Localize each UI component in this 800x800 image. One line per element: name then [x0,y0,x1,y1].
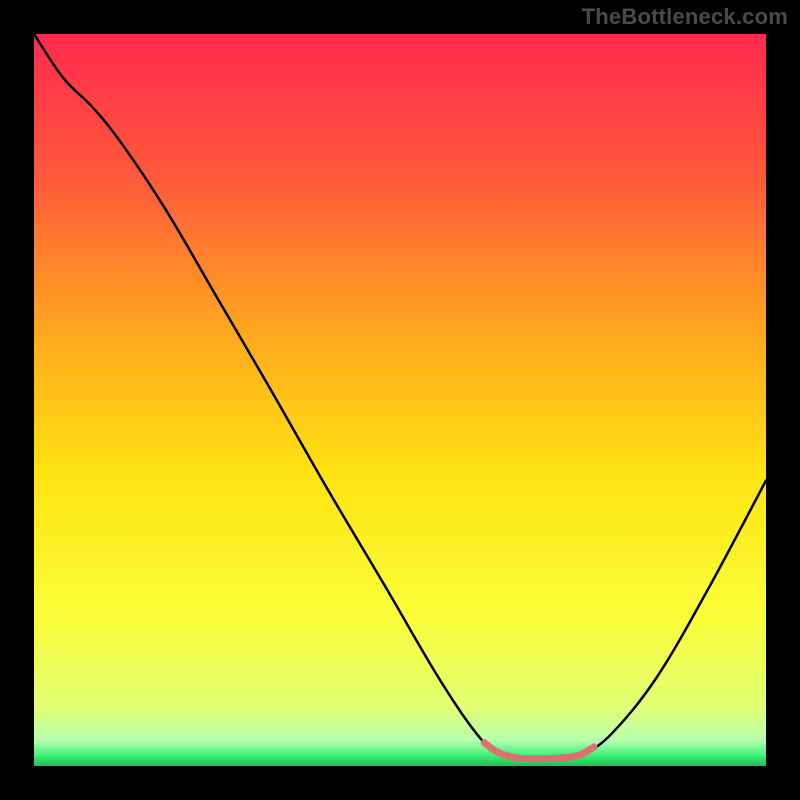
watermark-label: TheBottleneck.com [582,4,788,30]
bottleneck-chart [0,0,800,800]
plot-background [34,34,766,766]
chart-container: TheBottleneck.com [0,0,800,800]
